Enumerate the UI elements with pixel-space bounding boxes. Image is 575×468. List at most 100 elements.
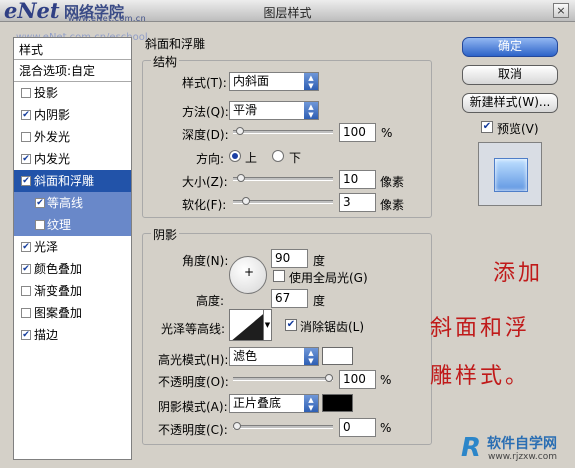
contour-dropdown-arrow-icon[interactable]: ▼ bbox=[263, 309, 272, 341]
checked-checkbox-icon[interactable]: ✔ bbox=[21, 176, 31, 186]
soften-input[interactable]: 3 bbox=[339, 193, 376, 212]
style-item[interactable]: ✔ 颜色叠加 bbox=[14, 258, 131, 280]
checked-checkbox-icon[interactable]: ✔ bbox=[35, 198, 45, 208]
site-logo-url: www.rjzxw.com bbox=[488, 452, 557, 462]
technique-select[interactable]: 平滑 ▲ ▼ bbox=[229, 101, 319, 120]
shadow-mode-value: 正片叠底 bbox=[233, 396, 282, 410]
style-item[interactable]: ✔ 内发光 bbox=[14, 148, 131, 170]
annotation-line-2: 斜面和浮 bbox=[430, 316, 531, 341]
watermark: eNet 网络学院 www.eNet.com.cn bbox=[2, 0, 202, 23]
technique-value: 平滑 bbox=[233, 103, 258, 117]
style-item-label: 斜面和浮雕 bbox=[34, 174, 95, 188]
annotation-line-3: 雕样式。 bbox=[430, 364, 531, 389]
style-preview-thumbnail bbox=[478, 142, 542, 206]
highlight-opacity-slider[interactable] bbox=[233, 374, 333, 382]
style-item-label: 投影 bbox=[34, 86, 59, 100]
checked-checkbox-icon[interactable]: ✔ bbox=[21, 154, 31, 164]
soften-slider[interactable] bbox=[233, 197, 333, 205]
depth-slider[interactable] bbox=[233, 127, 333, 135]
highlight-color-swatch[interactable] bbox=[322, 347, 353, 365]
style-item[interactable]: 纹理 bbox=[14, 214, 131, 236]
style-item-label: 外发光 bbox=[34, 130, 71, 144]
style-item-label: 渐变叠加 bbox=[34, 284, 83, 298]
checked-checkbox-icon[interactable]: ✔ bbox=[21, 242, 31, 252]
checked-checkbox-icon[interactable]: ✔ bbox=[21, 264, 31, 274]
size-input[interactable]: 10 bbox=[339, 170, 376, 189]
unchecked-checkbox-icon[interactable] bbox=[21, 132, 31, 142]
styles-header[interactable]: 样式 bbox=[14, 38, 131, 60]
soften-unit: 像素 bbox=[380, 198, 405, 212]
angle-label: 角度(N): bbox=[182, 254, 229, 268]
styles-list: 样式 混合选项:自定 投影 ✔ 内阴影 外发光 ✔ 内发光 ✔ 斜面和浮雕 ✔ 等高线 纹理 ✔ 光泽 ✔… bbox=[13, 37, 132, 460]
site-logo: R 软件自学网 www.rjzxw.com bbox=[461, 431, 575, 468]
direction-down-radio[interactable] bbox=[272, 150, 284, 162]
highlight-opacity-input[interactable]: 100 bbox=[339, 370, 376, 389]
unchecked-checkbox-icon[interactable] bbox=[35, 220, 45, 230]
altitude-unit: 度 bbox=[313, 294, 326, 308]
style-item[interactable]: ✔ 描边 bbox=[14, 324, 131, 346]
style-item[interactable]: 投影 bbox=[14, 82, 131, 104]
shadow-mode-label: 阴影模式(A): bbox=[158, 400, 228, 414]
blend-options-item[interactable]: 混合选项:自定 bbox=[14, 60, 131, 82]
style-item[interactable]: ✔ 光泽 bbox=[14, 236, 131, 258]
highlight-mode-label: 高光模式(H): bbox=[158, 353, 229, 367]
angle-input[interactable]: 90 bbox=[271, 249, 308, 268]
cancel-button[interactable]: 取消 bbox=[462, 65, 558, 85]
highlight-mode-value: 滤色 bbox=[233, 349, 258, 363]
altitude-input[interactable]: 67 bbox=[271, 289, 308, 308]
technique-label: 方法(Q): bbox=[182, 105, 229, 119]
anti-alias-label: 消除锯齿(L) bbox=[300, 320, 365, 334]
checked-checkbox-icon[interactable]: ✔ bbox=[21, 110, 31, 120]
preview-label: 预览(V) bbox=[497, 122, 539, 136]
style-item[interactable]: 外发光 bbox=[14, 126, 131, 148]
unchecked-checkbox-icon[interactable] bbox=[21, 88, 31, 98]
style-item-label: 光泽 bbox=[34, 240, 59, 254]
style-item[interactable]: ✔ 斜面和浮雕 bbox=[14, 170, 131, 192]
global-light-label: 使用全局光(G) bbox=[289, 271, 368, 285]
highlight-opacity-label: 不透明度(O): bbox=[158, 375, 229, 389]
dropdown-arrow-icon: ▲ ▼ bbox=[304, 73, 318, 90]
dropdown-arrow-icon: ▲ ▼ bbox=[304, 102, 318, 119]
style-item[interactable]: ✔ 内阴影 bbox=[14, 104, 131, 126]
style-item[interactable]: ✔ 等高线 bbox=[14, 192, 131, 214]
new-style-button[interactable]: 新建样式(W)... bbox=[462, 93, 558, 113]
soften-slider-thumb[interactable] bbox=[242, 197, 250, 205]
anti-alias-checkbox[interactable]: ✔ bbox=[285, 319, 297, 331]
style-item[interactable]: 图案叠加 bbox=[14, 302, 131, 324]
depth-slider-thumb[interactable] bbox=[236, 127, 244, 135]
style-label: 样式(T): bbox=[182, 76, 227, 90]
size-slider-thumb[interactable] bbox=[237, 174, 245, 182]
size-slider[interactable] bbox=[233, 174, 333, 182]
depth-input[interactable]: 100 bbox=[339, 123, 376, 142]
highlight-opacity-unit: % bbox=[380, 373, 392, 387]
shading-title: 阴影 bbox=[151, 226, 180, 243]
global-light-checkbox[interactable] bbox=[273, 270, 285, 282]
preview-checkbox[interactable]: ✔ bbox=[481, 121, 493, 133]
ok-button[interactable]: 确定 bbox=[462, 37, 558, 57]
style-item-label: 内发光 bbox=[34, 152, 71, 166]
shadow-color-swatch[interactable] bbox=[322, 394, 353, 412]
shadow-opacity-slider[interactable] bbox=[233, 422, 333, 430]
shadow-mode-select[interactable]: 正片叠底 ▲ ▼ bbox=[229, 394, 319, 413]
direction-up-radio[interactable] bbox=[229, 150, 241, 162]
shadow-opacity-input[interactable]: 0 bbox=[339, 418, 376, 437]
angle-unit: 度 bbox=[313, 254, 326, 268]
close-button[interactable]: × bbox=[553, 3, 569, 18]
watermark-logo: eNet bbox=[4, 0, 60, 23]
unchecked-checkbox-icon[interactable] bbox=[21, 308, 31, 318]
highlight-opacity-thumb[interactable] bbox=[325, 374, 333, 382]
checked-checkbox-icon[interactable]: ✔ bbox=[21, 330, 31, 340]
unchecked-checkbox-icon[interactable] bbox=[21, 286, 31, 296]
gloss-contour-picker[interactable] bbox=[229, 309, 267, 341]
highlight-mode-select[interactable]: 滤色 ▲ ▼ bbox=[229, 347, 319, 366]
style-select[interactable]: 内斜面 ▲ ▼ bbox=[229, 72, 319, 91]
dropdown-arrow-icon: ▲ ▼ bbox=[304, 395, 318, 412]
check-icon: ✔ bbox=[286, 319, 296, 330]
structure-title: 结构 bbox=[151, 53, 180, 70]
shadow-opacity-thumb[interactable] bbox=[233, 422, 241, 430]
soften-label: 软化(F): bbox=[182, 198, 227, 212]
style-item[interactable]: 渐变叠加 bbox=[14, 280, 131, 302]
watermark-url: www.eNet.com.cn bbox=[68, 14, 147, 23]
style-item-label: 内阴影 bbox=[34, 108, 71, 122]
angle-dial[interactable]: + bbox=[229, 256, 267, 294]
